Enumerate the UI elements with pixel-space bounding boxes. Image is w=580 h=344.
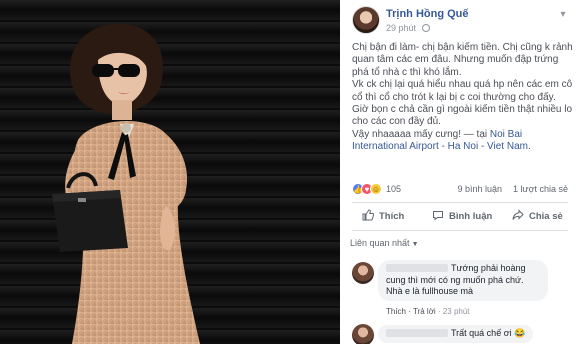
comment-bubble: Trất quá chế ơi 😂 [378,325,534,343]
post-paragraph: Vk ck chị lại quá hiểu nhau quá hp nên c… [352,79,573,103]
divider [352,202,568,203]
haha-reaction-icon: ☺ [370,183,382,195]
shutter-slat [0,66,340,86]
commenter-name-redacted[interactable] [386,329,448,337]
post-sign-off: Vậy nhaaaaa mấy cưng! [352,128,461,140]
comment-text: Trất quá chế ơi 😂 [451,328,526,338]
shutter-slat [0,0,340,20]
chevron-down-icon[interactable]: ▾ [558,10,568,20]
post-actions: Thích Bình luận Chia sẻ [340,205,580,229]
commenter-avatar[interactable] [352,262,374,284]
comment-actions: ThíchTrả lời23 phút [386,307,470,316]
comment-sort-dropdown[interactable]: Liên quan nhất ▼ [350,238,419,248]
comment-sort-label: Liên quan nhất [350,238,410,248]
post-meta: 29 phút [386,23,430,33]
post-paragraph: Chị bận đi làm- chị bận kiếm tiền. Chị c… [352,42,573,78]
author-name[interactable]: Trịnh Hồng Quế [386,8,469,20]
comment-bubble: Tướng phải hoàng cung thì mới có ng muốn… [378,260,548,301]
globe-icon [421,24,430,32]
comment-icon [433,211,443,221]
divider [352,230,568,231]
comment-count[interactable]: 9 bình luận [457,184,502,194]
share-button[interactable]: Chia sẻ [512,209,563,225]
post-stats: 👍 ♥ ☺ 105 9 bình luận 1 lượt chia sẻ [340,180,580,200]
like-button[interactable]: Thích [362,209,404,225]
commenter-name-redacted[interactable] [386,264,448,272]
post-paragraph-last: Vậy nhaaaaa mấy cưng! — tại Noi Bai Inte… [352,129,574,154]
post-paragraph: Giờ bọn c chả cần gì ngoài kiếm tiền thậ… [352,104,573,128]
like-label: Thích [379,211,405,222]
post-panel: Trịnh Hồng Quế 29 phút ▾ Chị bận đi làm-… [340,0,580,344]
comment-reply-button[interactable]: Trả lời [406,307,436,316]
post-header: Trịnh Hồng Quế 29 phút ▾ [340,0,580,44]
comment-label: Bình luận [449,211,493,222]
share-count[interactable]: 1 lượt chia sẻ [513,184,568,194]
comment-like-button[interactable]: Thích [386,307,406,316]
location-prefix: — tại [460,128,490,140]
photo-background [0,0,340,344]
shutter-slat [0,110,340,130]
thumbs-up-icon [362,209,374,221]
share-label: Chia sẻ [529,211,563,222]
shutter-slat [0,88,340,108]
author-avatar[interactable] [352,6,380,34]
share-icon [512,209,524,220]
reaction-count[interactable]: 105 [386,184,401,194]
post-time[interactable]: 29 phút [386,23,416,33]
shutter-slat [0,44,340,64]
shutter-slat [0,22,340,42]
comment-time[interactable]: 23 phút [436,307,470,316]
location-suffix: . [528,141,531,153]
post-photo[interactable] [0,0,340,344]
post-body: Chị bận đi làm- chị bận kiếm tiền. Chị c… [352,42,574,154]
caret-down-icon: ▼ [411,241,419,248]
commenter-avatar[interactable] [352,324,374,344]
